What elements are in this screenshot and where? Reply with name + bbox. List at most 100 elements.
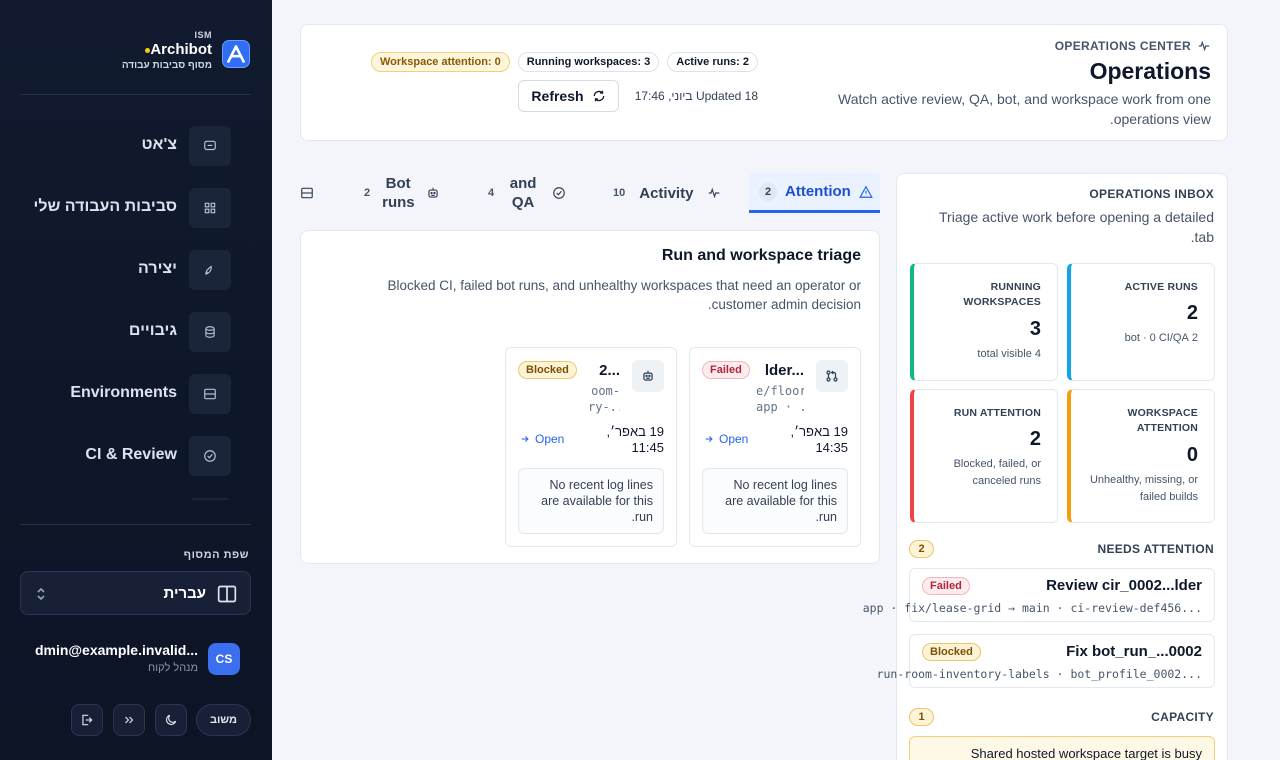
stat-running-workspaces[interactable]: RUNNING WORKSPACES 3 4 total visible xyxy=(910,263,1058,381)
attention-subtitle: run-room-inventory-labels · bot_profile_… xyxy=(876,667,1202,681)
stat-note: Unhealthy, missing, or failed builds xyxy=(1089,474,1198,503)
operations-header: OPERATIONS CENTER Operations Watch activ… xyxy=(300,24,1228,141)
tab-count: 10 xyxy=(613,187,626,199)
status-badge: Failed xyxy=(922,577,970,595)
capacity-item[interactable]: Shared hosted workspace target is busy xyxy=(909,736,1215,760)
check-circle-icon xyxy=(552,186,566,200)
tab-count: 4 xyxy=(488,187,495,199)
run-title: 2... xyxy=(599,362,620,379)
run-card[interactable]: 2... oom- ry-... Blocked 19 באפר׳, 11:45… xyxy=(505,347,677,547)
stat-value: 2 xyxy=(1029,428,1041,450)
logout-icon xyxy=(82,714,93,726)
open-run-link[interactable]: Open xyxy=(704,432,748,446)
stat-label: RUN ATTENTION xyxy=(953,407,1041,419)
triage-description: Blocked CI, failed bot runs, and unhealt… xyxy=(387,278,861,312)
stat-run-attention[interactable]: RUN ATTENTION 2 Blocked, failed, or canc… xyxy=(910,389,1058,523)
database-icon xyxy=(189,312,231,352)
run-card[interactable]: lder... e/floor- app · ... Failed 19 באפ… xyxy=(689,347,861,547)
updated-timestamp: Updated 18 ביוני, 17:46 xyxy=(634,89,758,103)
open-label: Open xyxy=(535,432,565,446)
run-date: 19 באפר׳, 11:45 xyxy=(606,424,664,455)
run-log-message: No recent log lines are available for th… xyxy=(702,468,848,534)
sidebar-item-chat[interactable]: צ'אט xyxy=(20,124,251,168)
sidebar-item-label: סביבות העבודה שלי xyxy=(33,198,178,215)
stat-workspace-attention[interactable]: WORKSPACE ATTENTION 0 Unhealthy, missing… xyxy=(1067,389,1215,523)
page-title: Operations xyxy=(1089,58,1211,84)
feedback-button[interactable]: משוב xyxy=(196,704,251,736)
pulse-icon xyxy=(1197,39,1211,53)
status-badge: Blocked xyxy=(922,643,981,661)
sidebar-item-label: Environments xyxy=(70,384,177,401)
stat-value: 2 xyxy=(1186,302,1198,324)
tab-attention[interactable]: 2 Attention xyxy=(749,173,880,213)
moon-icon xyxy=(166,714,177,725)
language-label: שפת המסוף xyxy=(183,549,249,561)
archibot-logo-icon xyxy=(222,40,250,68)
refresh-icon xyxy=(592,89,606,103)
tab-count: 2 xyxy=(364,187,371,199)
logout-button[interactable] xyxy=(71,704,103,736)
attention-title: Fix bot_run_...0002 xyxy=(1066,643,1202,660)
sidebar-item-backups[interactable]: גיבויים xyxy=(20,310,251,354)
attention-item[interactable]: Fix bot_run_...0002 Blocked run-room-inv… xyxy=(877,634,1215,688)
sidebar-item-create[interactable]: יצירה xyxy=(20,248,251,292)
tab-activity[interactable]: 10 Activity xyxy=(613,173,733,213)
inbox-description: Triage active work before opening a deta… xyxy=(939,209,1214,245)
language-value: עברית xyxy=(163,585,206,602)
user-profile[interactable]: CS dmin@example.invalid... מנהל לקוח xyxy=(25,640,240,680)
tab-workspaces[interactable] xyxy=(300,173,314,213)
refresh-button[interactable]: Refresh xyxy=(518,80,619,112)
book-icon xyxy=(216,584,238,604)
refresh-label: Refresh xyxy=(531,88,584,104)
stat-active-runs[interactable]: ACTIVE RUNS 2 2 bot · 0 CI/QA xyxy=(1067,263,1215,381)
operations-inbox: OPERATIONS INBOX Triage active work befo… xyxy=(863,173,1228,760)
status-badge: Failed xyxy=(702,361,750,379)
sidebar-item-more[interactable] xyxy=(20,496,251,500)
open-label: Open xyxy=(719,432,749,446)
server-icon xyxy=(300,186,314,200)
run-title: lder... xyxy=(764,362,804,379)
attention-subtitle: app · fix/lease-grid → main · ci-review-… xyxy=(862,601,1202,615)
collapse-sidebar-button[interactable] xyxy=(113,704,145,736)
language-select[interactable]: עברית xyxy=(20,571,251,615)
brand-name: Archibot xyxy=(150,41,212,58)
capacity-count: 1 xyxy=(909,708,934,726)
needs-attention-count: 2 xyxy=(909,540,934,558)
run-log-message: No recent log lines are available for th… xyxy=(518,468,664,534)
pulse-icon xyxy=(707,186,721,200)
sidebar-nav: צ'אט סביבות העבודה שלי יצירה גיבויים Env… xyxy=(20,124,251,500)
tab-count: 2 xyxy=(759,182,777,201)
attention-item[interactable]: Review cir_0002...lder Failed app · fix/… xyxy=(863,568,1215,622)
chevrons-icon xyxy=(125,716,134,724)
check-circle-icon xyxy=(189,436,231,476)
attention-title: Review cir_0002...lder xyxy=(1046,577,1202,594)
triage-panel: Run and workspace triage Blocked CI, fai… xyxy=(300,230,880,564)
tab-label: Activity xyxy=(639,184,694,202)
open-run-link[interactable]: Open xyxy=(520,432,564,446)
run-app: app · ... xyxy=(756,400,804,414)
sidebar-item-label: גיבויים xyxy=(128,322,177,339)
stat-note: 4 total visible xyxy=(977,348,1041,360)
brand[interactable]: ISM Archibot מסוף סביבות עבודה xyxy=(20,28,250,84)
tab-bot-runs[interactable]: 2 Bot runs xyxy=(364,173,444,213)
stat-note: Blocked, failed, or canceled runs xyxy=(953,458,1041,487)
theme-toggle-button[interactable] xyxy=(155,704,187,736)
triage-title: Run and workspace triage xyxy=(661,247,861,264)
sidebar-item-environments[interactable]: Environments xyxy=(20,372,251,416)
user-email: dmin@example.invalid... xyxy=(34,642,198,658)
brand-top: ISM xyxy=(194,30,212,40)
sidebar-item-my-workspaces[interactable]: סביבות העבודה שלי xyxy=(20,186,251,230)
stat-value: 0 xyxy=(1186,444,1198,466)
page-description: Watch active review, QA, bot, and worksp… xyxy=(838,91,1211,127)
stat-label: ACTIVE RUNS xyxy=(1124,281,1198,293)
sidebar-item-ci-review[interactable]: CI & Review xyxy=(20,434,251,478)
capacity-title: Shared hosted workspace target is busy xyxy=(970,746,1202,760)
rocket-icon xyxy=(189,250,231,290)
status-badge: Blocked xyxy=(518,361,577,379)
tab-ci-and-qa[interactable]: 4 and QA xyxy=(488,173,578,213)
sidebar-item-label: צ'אט xyxy=(141,136,177,153)
run-branch: oom- xyxy=(591,384,620,398)
bot-icon xyxy=(632,360,664,392)
inbox-label: OPERATIONS INBOX xyxy=(1089,187,1214,201)
needs-attention-heading: NEEDS ATTENTION xyxy=(1097,542,1214,556)
